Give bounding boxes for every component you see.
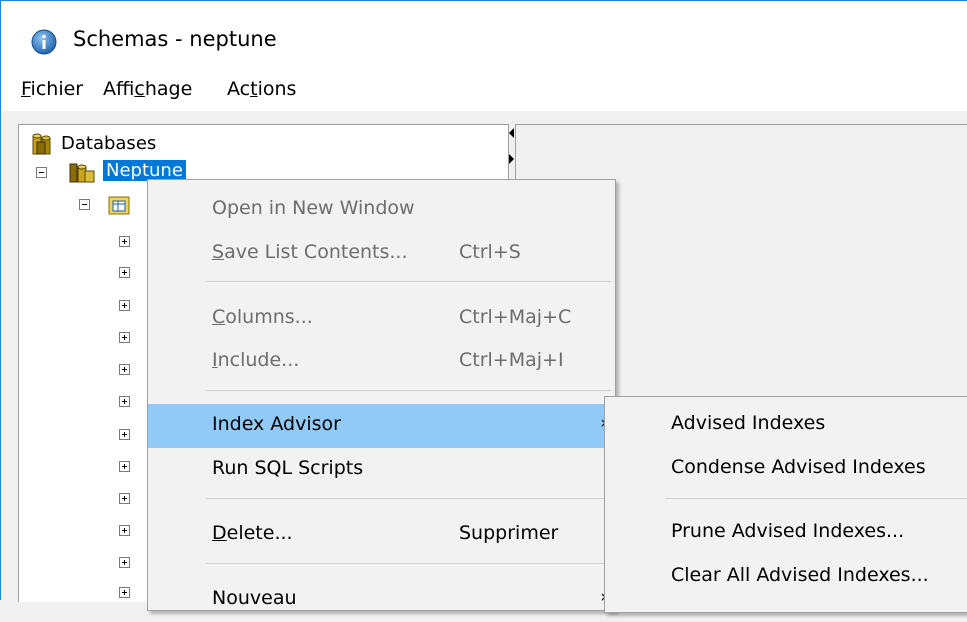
expand-icon[interactable] bbox=[119, 587, 130, 598]
menu-fichier[interactable]: Fichier bbox=[21, 78, 83, 100]
submenu-item-clear-all[interactable]: Clear All Advised Indexes... bbox=[605, 555, 967, 599]
schema-folder-icon bbox=[108, 196, 130, 215]
expand-icon[interactable] bbox=[119, 396, 130, 407]
expand-icon[interactable] bbox=[119, 364, 130, 375]
collapse-icon[interactable] bbox=[79, 199, 90, 210]
menu-item-label: Save List Contents... bbox=[212, 241, 408, 263]
submenu-item-label: Condense Advised Indexes bbox=[671, 456, 926, 478]
menu-item-save-list[interactable]: Save List Contents... Ctrl+S bbox=[148, 232, 615, 276]
app-window: Schemas - neptune Fichier Affichage Acti… bbox=[0, 0, 967, 613]
menu-item-nouveau[interactable]: Nouveau › bbox=[148, 578, 615, 622]
expand-icon[interactable] bbox=[119, 332, 130, 343]
expand-icon[interactable] bbox=[119, 557, 130, 568]
submenu-item-advised-indexes[interactable]: Advised Indexes bbox=[605, 403, 967, 447]
menu-affichage[interactable]: Affichage bbox=[103, 78, 192, 100]
menu-item-label: Columns... bbox=[212, 306, 313, 328]
submenu-item-prune[interactable]: Prune Advised Indexes... bbox=[605, 511, 967, 555]
collapse-left-icon[interactable] bbox=[509, 128, 514, 138]
menu-item-label: Index Advisor bbox=[212, 413, 341, 435]
menu-separator bbox=[665, 498, 967, 499]
submenu-item-label: Clear All Advised Indexes... bbox=[671, 564, 929, 586]
menu-item-shortcut: Ctrl+Maj+C bbox=[459, 306, 572, 328]
menu-item-label: Nouveau bbox=[212, 587, 297, 609]
submenu-item-condense[interactable]: Condense Advised Indexes bbox=[605, 447, 967, 491]
menu-bar: Fichier Affichage Actions bbox=[1, 71, 967, 111]
index-advisor-submenu: Advised Indexes Condense Advised Indexes… bbox=[604, 396, 967, 613]
menu-item-delete[interactable]: Delete... Supprimer bbox=[148, 513, 615, 557]
menu-item-shortcut: Ctrl+S bbox=[459, 241, 521, 263]
menu-item-include[interactable]: Include... Ctrl+Maj+I bbox=[148, 340, 615, 384]
menu-item-index-advisor[interactable]: Index Advisor › bbox=[148, 404, 615, 448]
tree-item-databases[interactable]: Databases bbox=[19, 129, 499, 157]
menu-item-label: Include... bbox=[212, 349, 300, 371]
submenu-item-label: Prune Advised Indexes... bbox=[671, 520, 905, 542]
menu-separator bbox=[206, 498, 611, 499]
menu-item-shortcut: Ctrl+Maj+I bbox=[459, 349, 564, 371]
collapse-icon[interactable] bbox=[36, 167, 47, 178]
databases-icon bbox=[32, 133, 51, 155]
tree-label-databases: Databases bbox=[61, 133, 157, 154]
menu-separator bbox=[206, 390, 611, 391]
database-server-icon bbox=[69, 163, 95, 183]
menu-item-run-sql-scripts[interactable]: Run SQL Scripts bbox=[148, 448, 615, 492]
menu-actions[interactable]: Actions bbox=[227, 78, 296, 100]
expand-icon[interactable] bbox=[119, 429, 130, 440]
menu-item-open-new-window[interactable]: Open in New Window bbox=[148, 188, 615, 232]
menu-item-columns[interactable]: Columns... Ctrl+Maj+C bbox=[148, 297, 615, 341]
expand-icon[interactable] bbox=[119, 493, 130, 504]
expand-icon[interactable] bbox=[119, 236, 130, 247]
expand-icon[interactable] bbox=[119, 461, 130, 472]
expand-icon[interactable] bbox=[119, 300, 130, 311]
info-globe-icon bbox=[31, 29, 57, 55]
tree-label-neptune: Neptune bbox=[103, 160, 186, 181]
menu-separator bbox=[206, 281, 611, 282]
menu-separator bbox=[206, 563, 611, 564]
expand-icon[interactable] bbox=[119, 525, 130, 536]
window-title: Schemas - neptune bbox=[73, 27, 277, 51]
expand-icon[interactable] bbox=[119, 267, 130, 278]
context-menu: Open in New Window Save List Contents...… bbox=[147, 179, 616, 611]
submenu-item-label: Advised Indexes bbox=[671, 412, 826, 434]
menu-item-shortcut: Supprimer bbox=[459, 522, 559, 544]
title-bar: Schemas - neptune bbox=[1, 1, 967, 71]
menu-item-label: Run SQL Scripts bbox=[212, 457, 364, 479]
menu-item-label: Open in New Window bbox=[212, 197, 415, 219]
expand-right-icon[interactable] bbox=[509, 154, 514, 164]
menu-item-label: Delete... bbox=[212, 522, 293, 544]
